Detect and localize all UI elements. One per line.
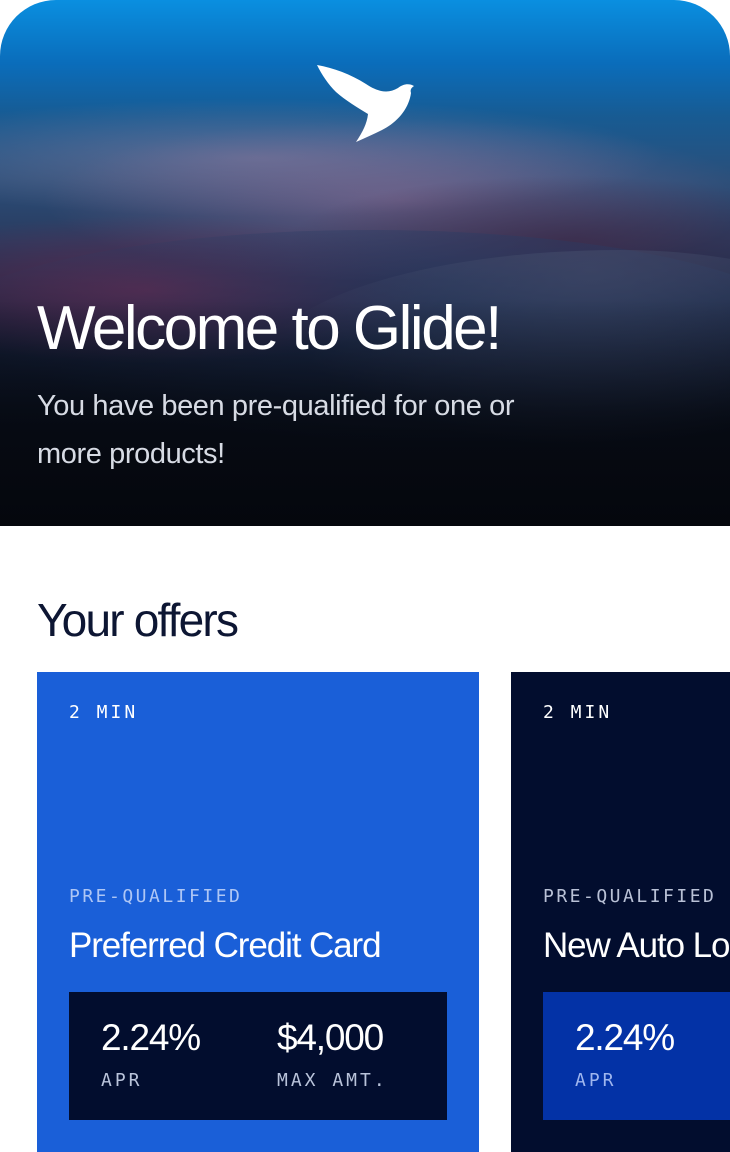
offer-stat-label: APR: [575, 1070, 617, 1091]
offer-stat-value: 2.24%: [101, 1017, 201, 1058]
offer-stats: 2.24% APR $4,000 MAX AMT.: [69, 992, 447, 1120]
bird-logo-icon: [317, 65, 414, 142]
offer-stat-value: $4,000: [277, 1017, 384, 1058]
offers-section-title: Your offers: [37, 594, 239, 646]
offer-duration: 2 MIN: [543, 702, 613, 723]
offer-status: PRE-QUALIFIED: [543, 886, 717, 907]
offer-stat-max-amount: $4,000 MAX AMT.: [277, 1016, 388, 1092]
welcome-title: Welcome to Glide!: [37, 294, 502, 363]
offer-name: New Auto Lo: [543, 926, 730, 965]
welcome-screen: Welcome to Glide! You have been pre-qual…: [0, 0, 730, 1152]
offer-name: Preferred Credit Card: [69, 926, 382, 965]
welcome-subtitle: You have been pre-qualified for one or m…: [37, 390, 515, 470]
offer-status: PRE-QUALIFIED: [69, 886, 243, 907]
offer-stat-apr: 2.24% APR: [101, 1016, 201, 1092]
offer-card-new-auto-loan[interactable]: 2 MIN PRE-QUALIFIED New Auto Lo 2.24% AP…: [511, 672, 730, 1152]
offer-stats: 2.24% APR: [543, 992, 730, 1120]
offer-stat-label: MAX AMT.: [277, 1070, 388, 1091]
offer-card-preferred-credit-card[interactable]: 2 MIN PRE-QUALIFIED Preferred Credit Car…: [37, 672, 479, 1152]
offer-stat-value: 2.24%: [575, 1017, 675, 1058]
offer-stat-apr: 2.24% APR: [575, 1016, 675, 1092]
offer-duration: 2 MIN: [69, 702, 139, 723]
offer-stat-label: APR: [101, 1070, 143, 1091]
hero-banner: Welcome to Glide! You have been pre-qual…: [0, 0, 730, 526]
